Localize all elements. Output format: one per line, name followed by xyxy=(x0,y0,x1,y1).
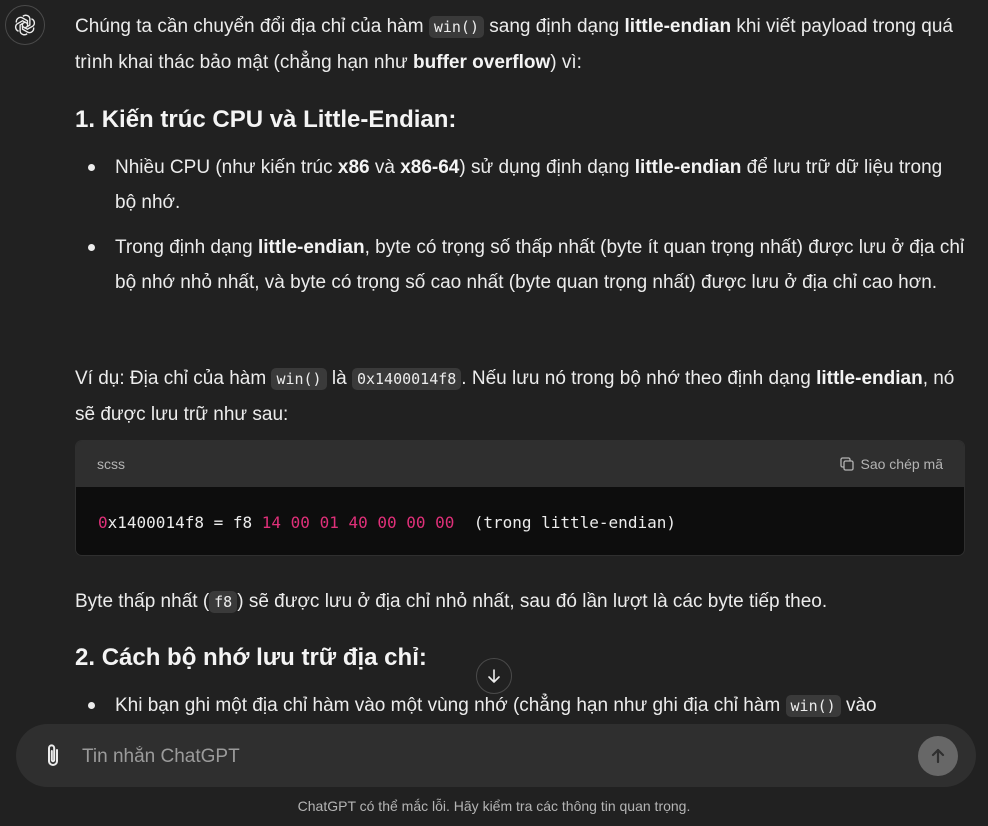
section-2-heading: 2. Cách bộ nhớ lưu trữ địa chỉ: xyxy=(75,644,427,671)
list-item: Trong định dạng little-endian, byte có t… xyxy=(75,230,965,300)
assistant-avatar xyxy=(5,5,45,45)
inline-code: win() xyxy=(271,368,327,390)
inline-code: f8 xyxy=(209,591,238,613)
openai-logo-icon xyxy=(14,14,36,36)
code-content: 0 x1400014f8 = f8 14 00 01 40 00 00 00 (t… xyxy=(76,487,964,555)
copy-code-button[interactable]: Sao chép mã xyxy=(839,456,944,472)
copy-icon xyxy=(839,457,854,471)
arrow-down-icon xyxy=(488,669,500,683)
copy-code-label: Sao chép mã xyxy=(860,456,944,472)
intro-paragraph: Chúng ta cần chuyển đổi địa chỉ của hàm … xyxy=(75,16,953,73)
paperclip-icon xyxy=(48,744,58,766)
arrow-up-icon xyxy=(931,748,945,764)
attach-button[interactable] xyxy=(40,742,66,770)
disclaimer-footer: ChatGPT có thể mắc lỗi. Hãy kiểm tra các… xyxy=(297,798,691,814)
send-button[interactable] xyxy=(918,736,958,776)
scroll-to-bottom-button[interactable] xyxy=(476,658,512,694)
inline-code: win() xyxy=(785,695,841,717)
message-input[interactable] xyxy=(80,724,904,789)
code-block-header: scss Sao chép mã xyxy=(76,441,964,487)
list-item: Nhiều CPU (như kiến trúc x86 và x86-64) … xyxy=(75,150,965,220)
composer xyxy=(16,724,976,789)
example-paragraph: Ví dụ: Địa chỉ của hàm win() là 0x140001… xyxy=(75,368,955,425)
section-1-heading: 1. Kiến trúc CPU và Little-Endian: xyxy=(75,106,457,133)
code-block: scss Sao chép mã 0 x1400014f8 = f8 14 00 … xyxy=(75,440,965,556)
code-language-label: scss xyxy=(97,456,125,472)
inline-code: win() xyxy=(428,16,484,38)
section-1-list: Nhiều CPU (như kiến trúc x86 và x86-64) … xyxy=(75,150,965,300)
after-code-paragraph: Byte thấp nhất (f8) sẽ được lưu ở địa ch… xyxy=(75,591,828,613)
inline-code: 0x1400014f8 xyxy=(351,368,462,390)
